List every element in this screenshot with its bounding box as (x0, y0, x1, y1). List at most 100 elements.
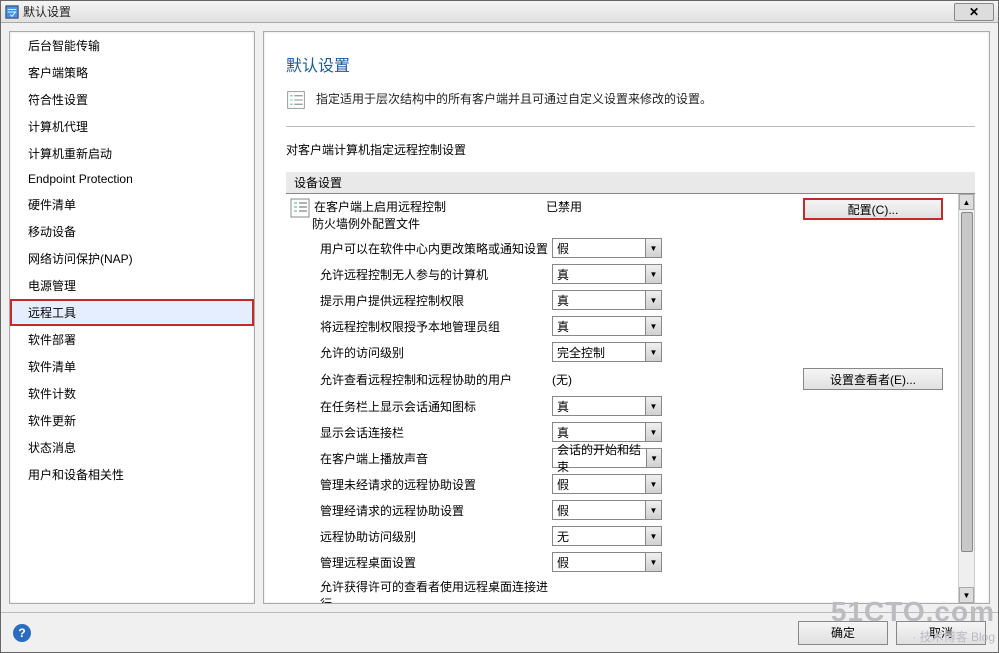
chevron-down-icon: ▼ (645, 553, 661, 571)
dropdown-unattended[interactable]: 真▼ (552, 264, 662, 284)
setting-sublabel: 防火墙例外配置文件 (312, 215, 546, 232)
sidebar-item-client-policy[interactable]: 客户端策略 (10, 59, 254, 86)
setting-row-unsolicited-ra: 管理未经请求的远程协助设置 假▼ (286, 471, 958, 497)
dropdown-grant-admin[interactable]: 真▼ (552, 316, 662, 336)
setting-label: 允许的访问级别 (318, 344, 552, 361)
setting-label: 允许查看远程控制和远程协助的用户 (318, 371, 552, 388)
help-icon[interactable]: ? (13, 624, 31, 642)
dropdown-connection-bar[interactable]: 真▼ (552, 422, 662, 442)
setting-row-grant-admin: 将远程控制权限授予本地管理员组 真▼ (286, 313, 958, 339)
checklist-icon (286, 90, 308, 110)
close-button[interactable]: ✕ (954, 3, 994, 21)
chevron-down-icon: ▼ (645, 501, 661, 519)
page-title: 默认设置 (286, 52, 975, 76)
sidebar-item-nap[interactable]: 网络访问保护(NAP) (10, 245, 254, 272)
setting-row-permitted-viewers: 允许查看远程控制和远程协助的用户 (无) 设置查看者(E)... (286, 365, 958, 393)
setting-label: 远程协助访问级别 (318, 528, 552, 545)
titlebar: 默认设置 ✕ (1, 1, 998, 23)
sidebar-item-software-deployment[interactable]: 软件部署 (10, 326, 254, 353)
dropdown-prompt-permission[interactable]: 真▼ (552, 290, 662, 310)
scroll-up[interactable]: ▲ (959, 194, 974, 210)
chevron-down-icon: ▼ (645, 291, 661, 309)
setting-label: 允许远程控制无人参与的计算机 (318, 266, 552, 283)
titlebar-text: 默认设置 (23, 3, 71, 20)
sidebar-item-bits[interactable]: 后台智能传输 (10, 32, 254, 59)
sidebar-item-software-updates[interactable]: 软件更新 (10, 407, 254, 434)
sidebar: 后台智能传输 客户端策略 符合性设置 计算机代理 计算机重新启动 Endpoin… (9, 31, 255, 604)
dropdown-ra-access-level[interactable]: 无▼ (552, 526, 662, 546)
setting-row-play-sound: 在客户端上播放声音 会话的开始和结束▼ (286, 445, 958, 471)
divider (286, 126, 975, 127)
setting-label: 管理远程桌面设置 (318, 554, 552, 571)
scroll-down[interactable]: ▼ (959, 587, 974, 603)
dropdown-access-level[interactable]: 完全控制▼ (552, 342, 662, 362)
chevron-down-icon: ▼ (645, 343, 661, 361)
sidebar-item-endpoint-protection[interactable]: Endpoint Protection (10, 167, 254, 191)
setting-row-enable-remote: 在客户端上启用远程控制 防火墙例外配置文件 已禁用 配置(C)... (286, 194, 958, 235)
setting-label: 将远程控制权限授予本地管理员组 (318, 318, 552, 335)
chevron-down-icon: ▼ (645, 423, 661, 441)
section-label: 对客户端计算机指定远程控制设置 (286, 141, 975, 158)
settings-inner: 在客户端上启用远程控制 防火墙例外配置文件 已禁用 配置(C)... 用户可以在… (286, 194, 958, 603)
setting-label: 允许获得许可的查看者使用远程桌面连接进行 (318, 578, 552, 603)
set-viewers-button[interactable]: 设置查看者(E)... (803, 368, 943, 390)
setting-row-unattended: 允许远程控制无人参与的计算机 真▼ (286, 261, 958, 287)
scroll-thumb[interactable] (961, 212, 973, 552)
settings-area: 在客户端上启用远程控制 防火墙例外配置文件 已禁用 配置(C)... 用户可以在… (286, 194, 975, 603)
setting-label: 在客户端上启用远程控制 (312, 198, 546, 215)
description-row: 指定适用于层次结构中的所有客户端并且可通过自定义设置来修改的设置。 (286, 90, 975, 110)
setting-row-prompt-permission: 提示用户提供远程控制权限 真▼ (286, 287, 958, 313)
setting-label: 显示会话连接栏 (318, 424, 552, 441)
setting-value: (无) (552, 371, 682, 388)
sidebar-item-mobile-devices[interactable]: 移动设备 (10, 218, 254, 245)
dropdown-taskbar-icon[interactable]: 真▼ (552, 396, 662, 416)
ok-button[interactable]: 确定 (798, 621, 888, 645)
sidebar-item-software-inventory[interactable]: 软件清单 (10, 353, 254, 380)
setting-row-remote-desktop: 管理远程桌面设置 假▼ (286, 549, 958, 575)
setting-row-permitted-rd: 允许获得许可的查看者使用远程桌面连接进行 ▼ (286, 575, 958, 603)
scrollbar[interactable]: ▲ ▼ (958, 194, 974, 603)
dialog-body: 后台智能传输 客户端策略 符合性设置 计算机代理 计算机重新启动 Endpoin… (1, 23, 998, 612)
sidebar-item-computer-restart[interactable]: 计算机重新启动 (10, 140, 254, 167)
dropdown-solicited-ra[interactable]: 假▼ (552, 500, 662, 520)
chevron-down-icon: ▼ (645, 397, 661, 415)
chevron-down-icon: ▼ (645, 475, 661, 493)
setting-row-access-level: 允许的访问级别 完全控制▼ (286, 339, 958, 365)
dropdown-unsolicited-ra[interactable]: 假▼ (552, 474, 662, 494)
setting-label: 管理经请求的远程协助设置 (318, 502, 552, 519)
sidebar-item-compliance[interactable]: 符合性设置 (10, 86, 254, 113)
group-header: 设备设置 (286, 172, 975, 194)
sidebar-item-hardware-inventory[interactable]: 硬件清单 (10, 191, 254, 218)
setting-row-user-change-policy: 用户可以在软件中心内更改策略或通知设置 假▼ (286, 235, 958, 261)
setting-row-solicited-ra: 管理经请求的远程协助设置 假▼ (286, 497, 958, 523)
sidebar-item-power-management[interactable]: 电源管理 (10, 272, 254, 299)
dropdown-play-sound[interactable]: 会话的开始和结束▼ (552, 448, 662, 468)
footer: ? 确定 取消 (1, 612, 998, 652)
chevron-down-icon: ▼ (645, 527, 661, 545)
sidebar-item-state-messaging[interactable]: 状态消息 (10, 434, 254, 461)
chevron-down-icon: ▼ (645, 265, 661, 283)
sidebar-item-software-metering[interactable]: 软件计数 (10, 380, 254, 407)
cancel-button[interactable]: 取消 (896, 621, 986, 645)
dropdown-user-change-policy[interactable]: 假▼ (552, 238, 662, 258)
setting-row-ra-access-level: 远程协助访问级别 无▼ (286, 523, 958, 549)
sidebar-item-computer-agent[interactable]: 计算机代理 (10, 113, 254, 140)
main-panel: 默认设置 指定适用于层次结构中的所有客户端并且可通过自定义设置来修改的设置。 对… (263, 31, 990, 604)
description-text: 指定适用于层次结构中的所有客户端并且可通过自定义设置来修改的设置。 (316, 90, 712, 107)
setting-row-taskbar-icon: 在任务栏上显示会话通知图标 真▼ (286, 393, 958, 419)
setting-label: 提示用户提供远程控制权限 (318, 292, 552, 309)
dialog-window: 默认设置 ✕ 后台智能传输 客户端策略 符合性设置 计算机代理 计算机重新启动 … (0, 0, 999, 653)
setting-label: 用户可以在软件中心内更改策略或通知设置 (318, 240, 552, 257)
app-icon (5, 5, 19, 19)
sidebar-item-remote-tools[interactable]: 远程工具 (10, 299, 254, 326)
dropdown-remote-desktop[interactable]: 假▼ (552, 552, 662, 572)
setting-label: 在任务栏上显示会话通知图标 (318, 398, 552, 415)
setting-label: 在客户端上播放声音 (318, 450, 552, 467)
chevron-down-icon: ▼ (645, 317, 661, 335)
chevron-down-icon: ▼ (646, 449, 661, 467)
list-icon (290, 198, 312, 226)
configure-button[interactable]: 配置(C)... (803, 198, 943, 220)
chevron-down-icon: ▼ (645, 239, 661, 257)
setting-label: 管理未经请求的远程协助设置 (318, 476, 552, 493)
sidebar-item-user-device-affinity[interactable]: 用户和设备相关性 (10, 461, 254, 488)
